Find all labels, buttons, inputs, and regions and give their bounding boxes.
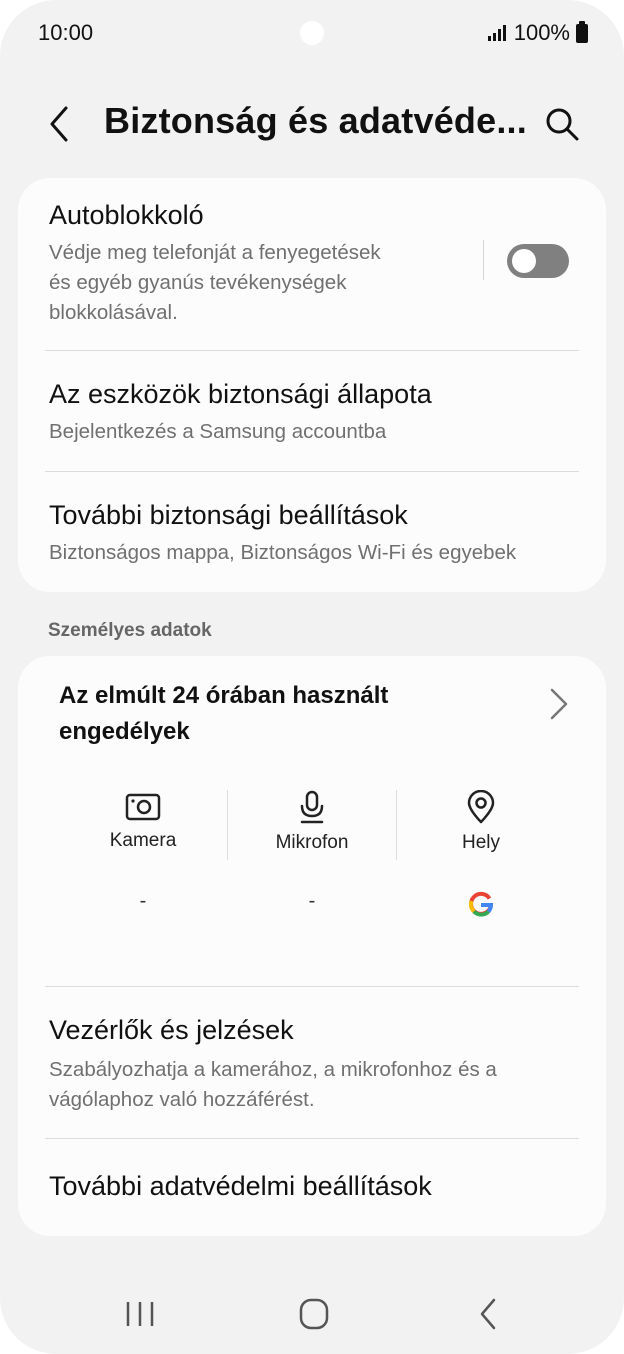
microphone-icon [300, 790, 324, 824]
status-indicators: 100% [487, 20, 588, 46]
signal-icon [487, 25, 506, 41]
chevron-right-icon [550, 688, 568, 720]
permissions-title-line-1: Az elmúlt 24 órában használt [59, 682, 389, 709]
status-bar: 10:00 100% [0, 0, 624, 66]
device-security-title: Az eszközök biztonsági állapota [49, 379, 432, 409]
search-button[interactable] [540, 102, 584, 146]
more-security-title: További biztonsági beállítások [49, 500, 408, 530]
privacy-card: Az elmúlt 24 órában használt engedélyek … [18, 656, 606, 1236]
page-title: Biztonság és adatvéde... [104, 100, 527, 141]
autoblocker-toggle[interactable] [507, 244, 569, 278]
nav-back-button[interactable] [458, 1294, 518, 1334]
permission-location[interactable]: Hely [397, 790, 565, 870]
microphone-usage-value: - [308, 890, 316, 912]
camera-icon [125, 793, 161, 821]
permission-camera-label: Kamera [109, 830, 177, 851]
autoblocker-subtitle-2: és egyéb gyanús tevékenységek [49, 271, 347, 294]
recents-icon [126, 1302, 154, 1326]
navigation-bar [0, 1280, 624, 1354]
autoblocker-title: Autoblokkoló [49, 200, 204, 230]
controls-alerts-subtitle-1: Szabályozhatja a kamerához, a mikrofonho… [49, 1058, 497, 1081]
controls-alerts-row[interactable]: Vezérlők és jelzések Szabályozhatja a ka… [18, 987, 606, 1138]
permission-camera[interactable]: Kamera [59, 790, 227, 870]
permission-location-label: Hely [461, 832, 500, 853]
camera-usage-value: - [139, 890, 147, 912]
permissions-title: Az elmúlt 24 órában használt engedélyek [59, 678, 479, 750]
search-icon [546, 108, 579, 141]
device-security-subtitle: Bejelentkezés a Samsung accountba [49, 420, 387, 443]
more-security-row[interactable]: További biztonsági beállítások Biztonság… [18, 472, 606, 592]
controls-alerts-subtitle-2: vágólaphoz való hozzáférést. [49, 1088, 315, 1111]
google-icon [468, 891, 494, 917]
back-button[interactable] [38, 102, 82, 146]
security-card: Autoblokkoló Védje meg telefonját a feny… [18, 178, 606, 592]
toggle-knob [512, 249, 536, 273]
more-privacy-title: További adatvédelmi beállítások [49, 1171, 432, 1201]
permission-microphone[interactable]: Mikrofon [228, 790, 396, 870]
front-camera-cutout [300, 21, 324, 45]
status-time: 10:00 [38, 20, 94, 45]
back-icon [480, 1298, 496, 1330]
autoblocker-subtitle-3: blokkolásával. [49, 301, 178, 324]
more-privacy-row[interactable]: További adatvédelmi beállítások [18, 1139, 606, 1236]
section-header-personal-data: Személyes adatok [48, 620, 212, 641]
more-security-subtitle: Biztonságos mappa, Biztonságos Wi-Fi és … [49, 541, 517, 564]
autoblocker-subtitle-1: Védje meg telefonját a fenyegetések [49, 241, 381, 264]
permissions-used-panel[interactable]: Az elmúlt 24 órában használt engedélyek … [18, 656, 606, 986]
controls-alerts-title: Vezérlők és jelzések [49, 1015, 294, 1045]
recents-button[interactable] [110, 1294, 170, 1334]
battery-percent: 100% [513, 20, 570, 45]
home-icon [299, 1298, 329, 1330]
permissions-title-line-2: engedélyek [59, 718, 190, 745]
permission-microphone-label: Mikrofon [275, 832, 349, 853]
autoblocker-row[interactable]: Autoblokkoló Védje meg telefonját a feny… [18, 178, 606, 350]
phone-screen: 10:00 100% Biztonság és adatvéde... Auto… [0, 0, 624, 1354]
battery-icon [576, 20, 588, 43]
permissions-open-button[interactable] [542, 684, 574, 724]
toggle-divider [483, 240, 484, 280]
chevron-left-icon [50, 106, 68, 142]
location-usage-app [397, 890, 565, 924]
device-security-row[interactable]: Az eszközök biztonsági állapota Bejelent… [18, 351, 606, 471]
home-button[interactable] [284, 1294, 344, 1334]
location-icon [467, 790, 495, 824]
app-header: Biztonság és adatvéde... [0, 88, 624, 160]
